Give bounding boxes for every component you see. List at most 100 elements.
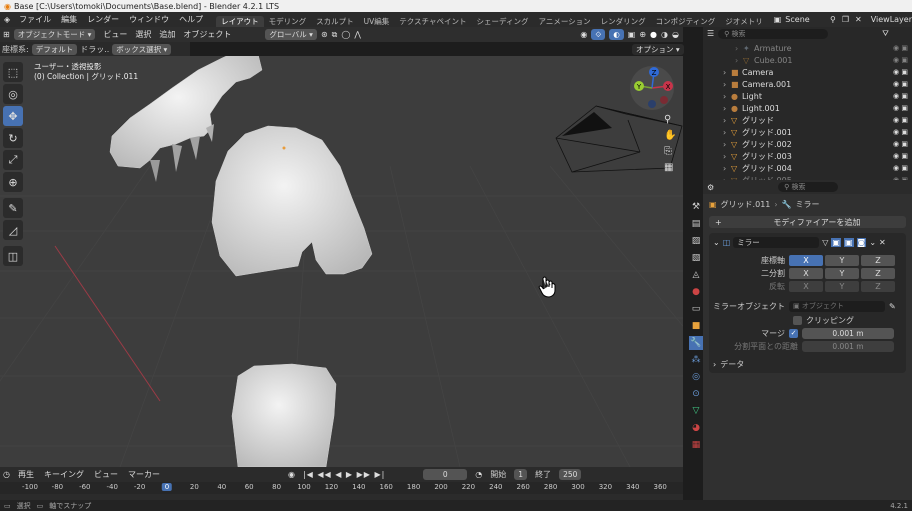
snap-icon[interactable]: ⧉ — [332, 30, 338, 40]
menu-item[interactable]: 編集 — [56, 14, 82, 25]
perspective-grid-icon[interactable]: ▦ — [664, 162, 676, 173]
camera-view-icon[interactable]: ⎘ — [664, 146, 676, 157]
tool-icon[interactable]: ⚒ — [689, 200, 703, 214]
viewport-menu-item[interactable]: 選択 — [135, 29, 151, 40]
restrict-icons[interactable]: ◉ ▣ — [893, 128, 908, 136]
outliner-item[interactable]: › ● Light ◉ ▣ — [703, 90, 912, 102]
restrict-icons[interactable]: ◉ ▣ — [893, 44, 908, 52]
timeline-menu-item[interactable]: ビュー — [94, 469, 118, 480]
expand-chevron-icon[interactable]: ⌄ — [713, 238, 720, 247]
zoom-icon[interactable]: ⚲ — [664, 114, 676, 125]
object-icon[interactable]: ■ — [689, 319, 703, 333]
restrict-icons[interactable]: ◉ ▣ — [893, 104, 908, 112]
outliner-item[interactable]: › ■ Camera.001 ◉ ▣ — [703, 78, 912, 90]
restrict-icons[interactable]: ◉ ▣ — [893, 164, 908, 172]
remove-modifier-icon[interactable]: ✕ — [879, 238, 886, 247]
restrict-icons[interactable]: ◉ ▣ — [893, 140, 908, 148]
axis-x-toggle[interactable]: X — [789, 254, 823, 266]
visibility-icon[interactable]: ◉ — [580, 30, 587, 39]
add-cube-tool[interactable]: ◫ — [3, 246, 23, 266]
falloff-icon[interactable]: ⋀ — [354, 30, 361, 39]
annotate-tool[interactable]: ✎ — [3, 198, 23, 218]
modifier-name-field[interactable]: ミラー — [733, 236, 820, 248]
outliner-item[interactable]: › ▽ グリッド.004 ◉ ▣ — [703, 162, 912, 174]
merge-distance-field[interactable]: 0.001 m — [802, 327, 894, 339]
workspace-tab[interactable]: ジオメトリ — [720, 16, 768, 27]
playback-controls[interactable]: |◀ ◀◀ ◀ ▶ ▶▶ ▶| — [303, 470, 385, 479]
scene-icon[interactable]: ▣ — [774, 15, 782, 24]
sleeve-mesh[interactable] — [231, 363, 337, 467]
transform-tool[interactable]: ⊕ — [3, 172, 23, 192]
overlay-toggle[interactable]: ◐ — [609, 29, 624, 40]
shading-material-icon[interactable]: ◑ — [661, 30, 668, 39]
expand-icon[interactable]: › — [723, 128, 731, 137]
current-frame-field[interactable]: 0 — [423, 469, 468, 480]
restrict-icons[interactable]: ◉ ▣ — [893, 68, 908, 76]
expand-icon[interactable]: › — [723, 104, 731, 113]
workspace-tab[interactable]: モデリング — [264, 16, 312, 27]
menu-item[interactable]: レンダー — [82, 14, 124, 25]
world-icon[interactable]: ● — [689, 285, 703, 299]
view-layer-name[interactable]: ViewLayer — [871, 15, 912, 24]
edit-mode-toggle-icon[interactable]: ▽ — [822, 238, 828, 247]
copy-icon[interactable]: ❐ — [842, 15, 849, 24]
view-layer-icon[interactable]: ▧ — [689, 251, 703, 265]
outliner-item[interactable]: › ■ Camera ◉ ▣ — [703, 66, 912, 78]
viewport-toggle-icon[interactable]: ▣ — [831, 237, 841, 247]
outliner-item[interactable]: › ▽ グリッド.001 ◉ ▣ — [703, 126, 912, 138]
workspace-tab[interactable]: テクスチャペイント — [394, 16, 471, 27]
flip-x-toggle[interactable]: X — [789, 280, 823, 292]
rotate-tool[interactable]: ↻ — [3, 128, 23, 148]
texture-icon[interactable]: ▦ — [689, 438, 703, 452]
pin-icon[interactable]: ⚲ — [830, 15, 836, 24]
expand-icon[interactable]: › — [723, 68, 731, 77]
outliner-item[interactable]: › ▽ グリッド.002 ◉ ▣ — [703, 138, 912, 150]
flip-z-toggle[interactable]: Z — [861, 280, 895, 292]
options-button[interactable]: オプション ▾ — [632, 44, 684, 55]
render-toggle-icon[interactable]: ▣ — [843, 237, 854, 247]
frame-ruler[interactable]: -100 -80 -60 -40 -20 0 20 40 60 80 100 120 140 160 180… — [0, 482, 683, 494]
restrict-icons[interactable]: ◉ ▣ — [893, 80, 908, 88]
pan-hand-icon[interactable]: ✋ — [664, 130, 676, 141]
menu-item[interactable]: ファイル — [14, 14, 56, 25]
keying-record-icon[interactable]: ◉ — [288, 470, 295, 479]
scale-tool[interactable]: ⤢ — [3, 150, 23, 170]
start-frame-field[interactable]: 1 — [514, 469, 528, 480]
expand-icon[interactable]: › — [735, 44, 743, 53]
shading-render-icon[interactable]: ◒ — [672, 30, 679, 39]
modifier-icon[interactable]: 🔧 — [689, 336, 703, 350]
end-frame-field[interactable]: 250 — [559, 469, 582, 480]
gizmo-toggle[interactable]: ⟐ — [591, 29, 606, 40]
expand-icon[interactable]: › — [723, 164, 731, 173]
constraints-icon[interactable]: ⊙ — [689, 387, 703, 401]
outliner-editor-icon[interactable]: ☰ — [707, 29, 714, 38]
menu-item[interactable]: ウィンドウ — [124, 14, 174, 25]
physics-icon[interactable]: ◎ — [689, 370, 703, 384]
restrict-icons[interactable]: ◉ ▣ — [893, 116, 908, 124]
restrict-icons[interactable]: ◉ ▣ — [893, 92, 908, 100]
timeline-menu-item[interactable]: マーカー — [128, 469, 160, 480]
bisect-distance-field[interactable]: 0.001 m — [802, 340, 894, 352]
workspace-tab[interactable]: コンポジティング — [651, 16, 721, 27]
expand-icon[interactable]: › — [723, 80, 731, 89]
workspace-tab[interactable]: レイアウト — [216, 16, 264, 27]
output-icon[interactable]: ▨ — [689, 234, 703, 248]
outliner-item[interactable]: › ● Light.001 ◉ ▣ — [703, 102, 912, 114]
mode-select[interactable]: オブジェクトモード ▾ — [13, 29, 96, 40]
navigation-gizmo[interactable]: X Z Y — [630, 66, 674, 110]
axis-z-toggle[interactable]: Z — [861, 254, 895, 266]
drag-select[interactable]: ボックス選択 ▾ — [112, 43, 172, 55]
material-icon[interactable]: ◕ — [689, 421, 703, 435]
cursor-tool[interactable]: ◎ — [3, 84, 23, 104]
bisect-z-toggle[interactable]: Z — [861, 267, 895, 279]
shading-solid-icon[interactable]: ● — [650, 30, 657, 39]
restrict-icons[interactable]: ◉ ▣ — [893, 56, 908, 64]
outliner-item[interactable]: › ✦ Armature ◉ ▣ — [703, 42, 912, 54]
outliner-item[interactable]: › ▽ グリッド ◉ ▣ — [703, 114, 912, 126]
viewport-menu-item[interactable]: ビュー — [103, 29, 127, 40]
collection-icon[interactable]: ▭ — [689, 302, 703, 316]
clipping-checkbox[interactable] — [793, 315, 802, 325]
outliner-search-field[interactable]: ⚲ 検索 — [718, 28, 829, 39]
data-subpanel-header[interactable]: › データ — [713, 358, 902, 370]
proportional-icon[interactable]: ◯ — [341, 30, 350, 39]
